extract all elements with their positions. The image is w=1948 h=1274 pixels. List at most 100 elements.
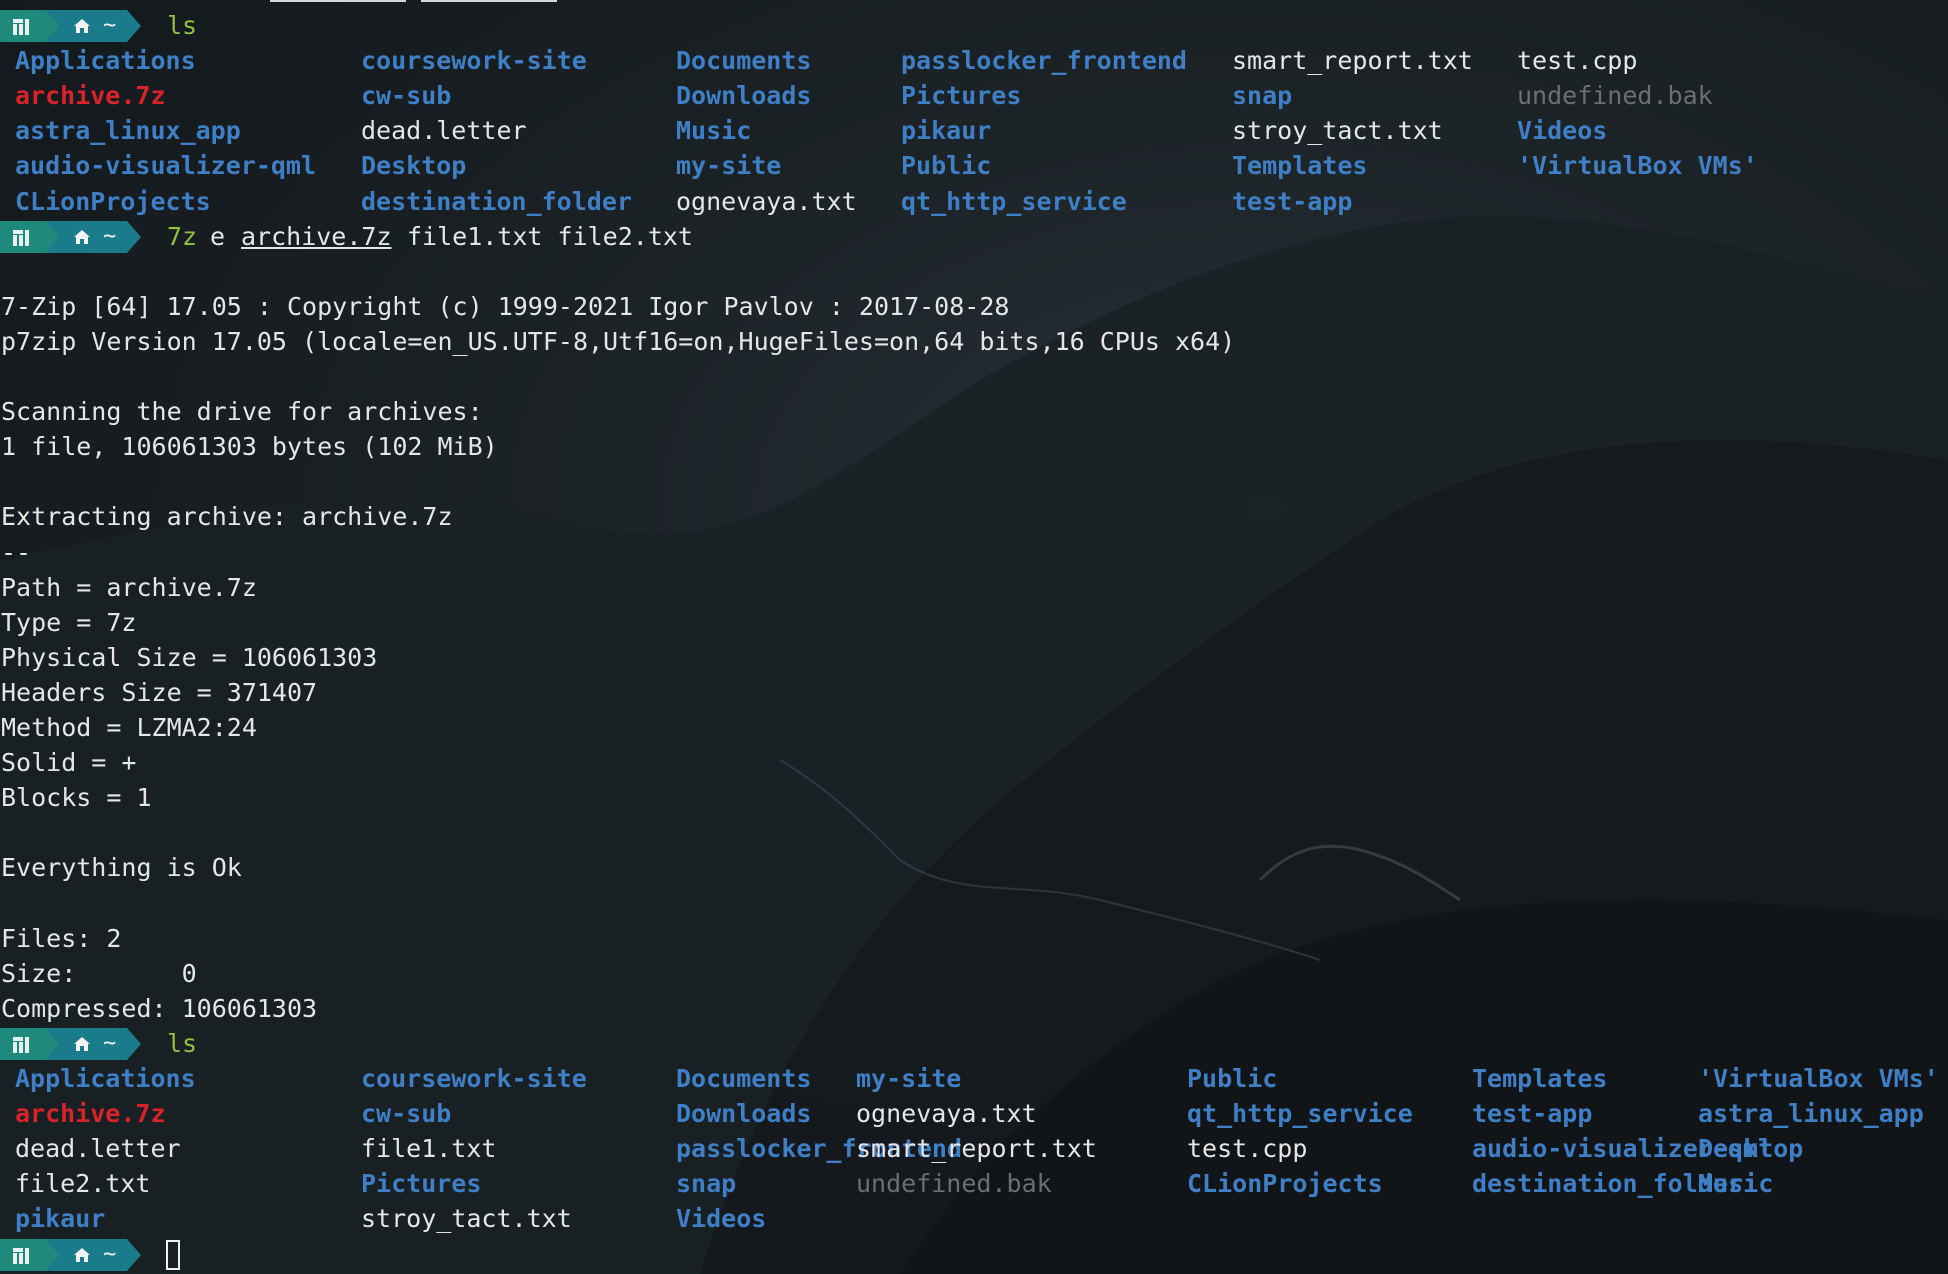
ls-entry: Pictures bbox=[361, 1169, 482, 1199]
prompt-os-segment bbox=[0, 10, 45, 42]
ls-entry: Pictures bbox=[901, 81, 1022, 111]
output-line: Scanning the drive for archives: bbox=[1, 397, 483, 427]
ls-entry: undefined.bak bbox=[856, 1169, 1052, 1199]
ls-entry: snap bbox=[1232, 81, 1293, 111]
output-line: Extracting archive: archive.7z bbox=[1, 502, 453, 532]
ls-entry: coursework-site bbox=[361, 46, 587, 76]
ls-entry: test.cpp bbox=[1187, 1134, 1308, 1164]
manjaro-logo-icon bbox=[13, 1247, 29, 1264]
ls-entry: passlocker_frontend bbox=[901, 46, 1187, 76]
ls-entry: file2.txt bbox=[15, 1169, 151, 1199]
ls-entry: Downloads bbox=[676, 81, 812, 111]
ls-entry: Music bbox=[1698, 1169, 1774, 1199]
manjaro-logo-icon bbox=[13, 1036, 29, 1053]
ls-entry: 'VirtualBox VMs' bbox=[1517, 151, 1758, 181]
output-line: Files: 2 bbox=[1, 923, 122, 953]
command-archive-arg: archive.7z bbox=[241, 221, 392, 251]
ls-entry: Documents bbox=[676, 46, 812, 76]
manjaro-logo-icon bbox=[13, 229, 29, 246]
ls-entry: coursework-site bbox=[361, 1064, 587, 1093]
output-line: 7-Zip [64] 17.05 : Copyright (c) 1999-20… bbox=[1, 291, 1010, 321]
output-line: Type = 7z bbox=[1, 607, 137, 637]
output-line: Method = LZMA2:24 bbox=[1, 713, 257, 742]
prompt-segments: ~ bbox=[0, 1026, 170, 1061]
prompt-arrow-2 bbox=[127, 1027, 141, 1060]
ls-entry: undefined.bak bbox=[1517, 81, 1713, 111]
prompt-os-segment bbox=[0, 1238, 45, 1271]
ls-entry: qt_http_service bbox=[1187, 1099, 1413, 1129]
ls-entry: test.cpp bbox=[1517, 46, 1638, 76]
output-line: Headers Size = 371407 bbox=[1, 677, 318, 707]
ls-entry: Desktop bbox=[1698, 1134, 1804, 1164]
ls-entry: file1.txt bbox=[361, 1134, 497, 1164]
ls-entry: audio-visualizer-qml bbox=[15, 151, 317, 181]
home-icon bbox=[74, 19, 90, 33]
prompt-arrow-1 bbox=[45, 10, 59, 42]
ls-entry: snap bbox=[676, 1169, 737, 1199]
output-line: Physical Size = 106061303 bbox=[1, 642, 378, 672]
output-line: Solid = + bbox=[1, 748, 137, 778]
ls-entry: stroy_tact.txt bbox=[1232, 116, 1443, 146]
output-line: 1 file, 106061303 bytes (102 MiB) bbox=[1, 432, 498, 462]
ls-entry: Videos bbox=[676, 1204, 767, 1234]
ls-entry: destination_folder bbox=[361, 186, 632, 216]
prompt-arrow-1 bbox=[45, 1238, 59, 1271]
prompt-tilde: ~ bbox=[103, 223, 117, 249]
prompt-segments: ~ bbox=[0, 8, 170, 43]
prompt-segments: ~ bbox=[0, 219, 170, 254]
ls-entry: Applications bbox=[15, 1064, 196, 1093]
prompt-os-segment bbox=[0, 1027, 45, 1060]
command-text: ls bbox=[167, 1028, 198, 1058]
ls-entry: astra_linux_app bbox=[1698, 1099, 1924, 1129]
output-line: Size: 0 bbox=[1, 958, 197, 988]
ls-entry: Public bbox=[1187, 1064, 1278, 1093]
prompt-tilde: ~ bbox=[103, 1241, 117, 1267]
ls-entry: Desktop bbox=[361, 151, 467, 181]
output-line: Everything is Ok bbox=[1, 853, 242, 883]
ls-entry: stroy_tact.txt bbox=[361, 1204, 572, 1234]
ls-entry: Videos bbox=[1517, 116, 1608, 146]
home-icon bbox=[74, 1247, 90, 1262]
ls-entry: cw-sub bbox=[361, 81, 452, 111]
home-icon bbox=[74, 1036, 90, 1051]
ls-entry: qt_http_service bbox=[901, 186, 1127, 216]
prompt-tilde: ~ bbox=[103, 13, 117, 38]
command-args: file1.txt file2.txt bbox=[407, 221, 693, 251]
ls-entry: dead.letter bbox=[361, 116, 527, 146]
block-cursor[interactable] bbox=[166, 1239, 180, 1270]
ls-entry: smart_report.txt bbox=[1232, 46, 1473, 76]
output-line: p7zip Version 17.05 (locale=en_US.UTF-8,… bbox=[1, 326, 1236, 356]
ls-entry: archive.7z bbox=[15, 1099, 166, 1129]
output-line: Compressed: 106061303 bbox=[1, 993, 318, 1023]
prompt-os-segment bbox=[0, 220, 45, 253]
ls-entry: pikaur bbox=[901, 116, 992, 146]
ls-entry: Documents bbox=[676, 1064, 812, 1093]
ls-entry: my-site bbox=[676, 151, 782, 181]
ls-entry: smart_report.txt bbox=[856, 1134, 1097, 1164]
ls-entry: archive.7z bbox=[15, 81, 166, 111]
output-line: -- bbox=[1, 537, 32, 567]
ls-entry: test-app bbox=[1232, 186, 1353, 216]
output-line: Path = archive.7z bbox=[1, 572, 257, 602]
prompt-arrow-1 bbox=[45, 220, 59, 253]
prompt-arrow-2 bbox=[127, 1238, 141, 1271]
manjaro-logo-icon bbox=[13, 19, 29, 35]
ls-entry: astra_linux_app bbox=[15, 116, 241, 146]
ls-entry: test-app bbox=[1472, 1099, 1593, 1129]
ls-entry: Templates bbox=[1232, 151, 1368, 181]
ls-entry: my-site bbox=[856, 1064, 962, 1093]
prompt-arrow-2 bbox=[127, 10, 141, 42]
home-icon bbox=[74, 229, 90, 244]
top-border-right bbox=[421, 0, 557, 2]
ls-entry: ognevaya.txt bbox=[676, 186, 857, 216]
output-line: Blocks = 1 bbox=[1, 783, 152, 813]
ls-entry: Downloads bbox=[676, 1099, 812, 1129]
command-arg: e bbox=[210, 221, 226, 251]
terminal-window[interactable]: ~ ls Applications coursework-site Documents p… bbox=[0, 0, 1948, 1274]
ls-entry: 'VirtualBox VMs' bbox=[1698, 1064, 1939, 1093]
ls-entry: CLionProjects bbox=[15, 186, 211, 216]
ls-entry: Public bbox=[901, 151, 992, 181]
prompt-arrow-2 bbox=[127, 220, 141, 253]
command-text: ls bbox=[167, 11, 198, 40]
ls-entry: Applications bbox=[15, 46, 196, 76]
